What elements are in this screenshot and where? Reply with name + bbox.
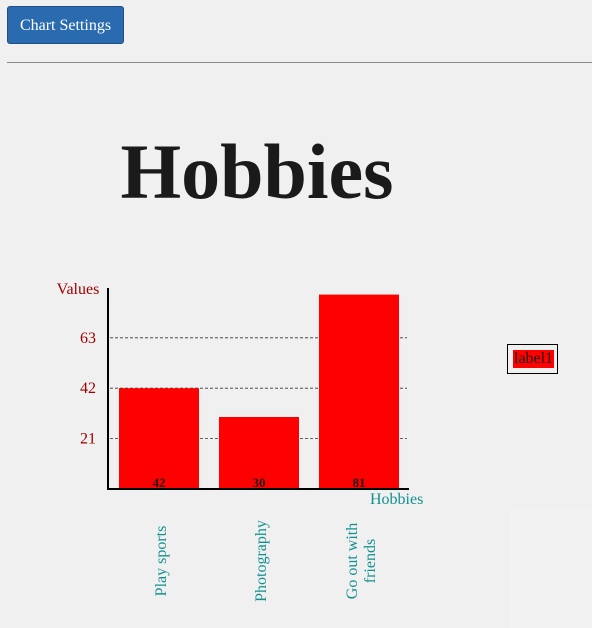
value-label: 30	[253, 475, 266, 490]
bars	[119, 294, 399, 489]
bar	[119, 388, 199, 489]
y-tick-labels: 21 42 63	[80, 330, 96, 448]
category-label-line: Play sports	[153, 526, 170, 597]
y-tick-label: 63	[80, 330, 96, 347]
legend: label1	[507, 344, 558, 374]
category-label: Go out withfriends	[344, 523, 379, 599]
category-label: Play sports	[153, 526, 170, 597]
value-label: 81	[353, 475, 366, 490]
bar	[319, 294, 399, 489]
category-label-line: friends	[362, 539, 379, 583]
value-label: 42	[153, 475, 166, 490]
category-labels: Play sports Photography Go out withfriends	[153, 520, 379, 602]
y-tick-label: 21	[80, 431, 96, 448]
y-tick-label: 42	[80, 380, 96, 397]
bar-chart: 21 42 63 42 30 81 Play sports Photography Go o…	[57, 281, 424, 602]
category-label-line: Photography	[253, 520, 270, 602]
category-label: Photography	[253, 520, 270, 602]
legend-series-label: label1	[513, 350, 555, 368]
background-patch	[509, 510, 592, 628]
category-label-line: Go out with	[344, 523, 361, 599]
x-axis-title: Hobbies	[370, 491, 423, 508]
y-axis-title: Values	[57, 281, 100, 298]
